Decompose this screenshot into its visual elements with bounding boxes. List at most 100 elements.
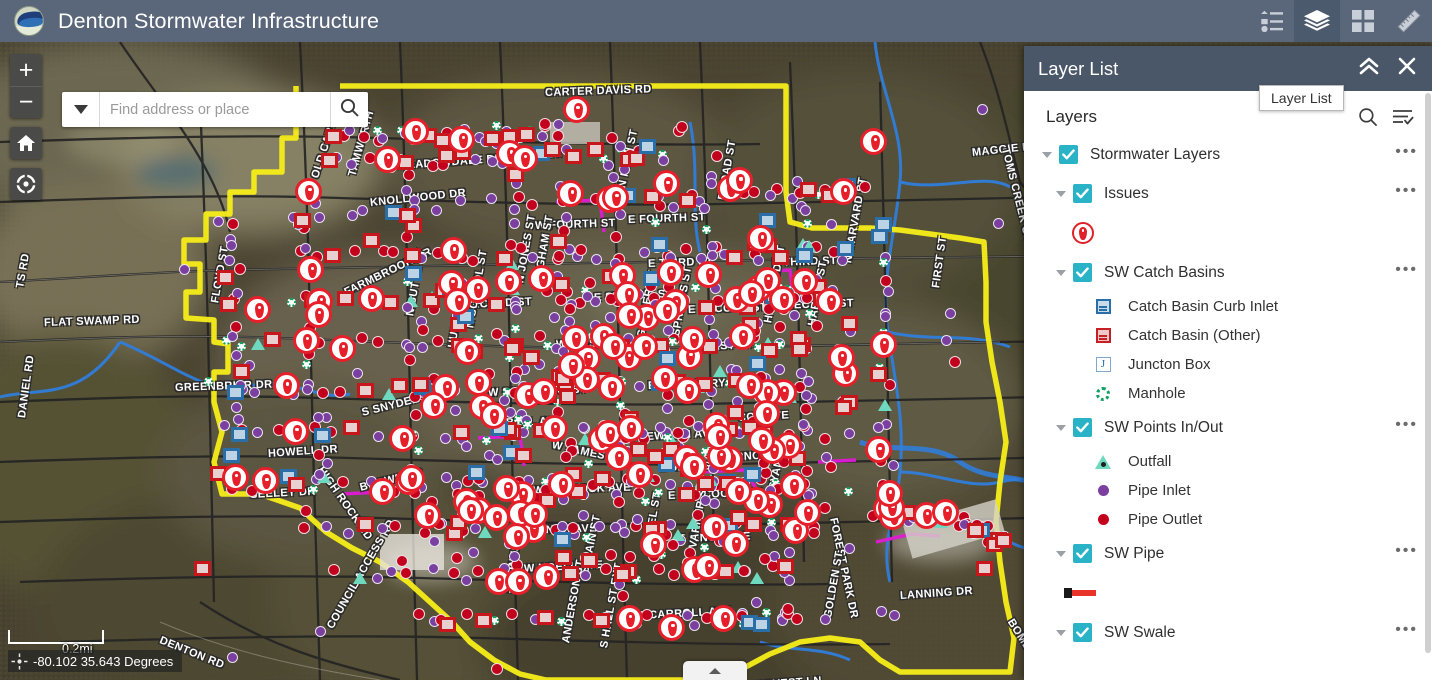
map-marker[interactable] (490, 663, 503, 676)
map-marker[interactable] (226, 239, 238, 251)
map-marker[interactable] (680, 242, 693, 255)
map-marker[interactable] (667, 201, 679, 213)
map-marker[interactable] (230, 350, 242, 362)
layer-visibility-checkbox[interactable] (1073, 544, 1092, 563)
map-marker[interactable] (230, 426, 248, 442)
map-marker[interactable] (657, 613, 685, 641)
map-marker[interactable] (292, 326, 320, 354)
map-marker[interactable] (453, 424, 471, 440)
map-marker[interactable] (543, 142, 561, 158)
map-marker[interactable] (600, 332, 628, 360)
expand-collapse-arrow-icon[interactable] (1056, 629, 1066, 636)
map-marker[interactable] (647, 449, 665, 465)
map-marker[interactable] (391, 377, 409, 393)
map-marker[interactable] (604, 548, 617, 561)
map-marker[interactable] (579, 569, 591, 581)
map-marker[interactable] (615, 604, 643, 632)
layer-row-sw-points-in-out[interactable]: SW Points In/Out ••• (1024, 408, 1432, 447)
map-marker[interactable] (650, 217, 660, 227)
layer-options-menu-button[interactable]: ••• (1395, 542, 1418, 565)
map-marker[interactable] (749, 571, 764, 584)
map-marker[interactable] (373, 145, 401, 173)
map-marker[interactable] (294, 177, 322, 205)
expand-collapse-arrow-icon[interactable] (1056, 269, 1066, 276)
map-marker[interactable] (753, 617, 771, 633)
map-marker[interactable] (386, 245, 399, 258)
map-marker[interactable] (324, 248, 342, 264)
map-marker[interactable] (282, 417, 310, 445)
map-marker[interactable] (559, 388, 577, 404)
map-marker[interactable] (399, 207, 416, 223)
expand-collapse-arrow-icon[interactable] (1056, 190, 1066, 197)
map-marker[interactable] (876, 605, 888, 617)
map-marker[interactable] (264, 332, 282, 348)
map-marker[interactable] (701, 225, 711, 235)
map-marker[interactable] (606, 131, 619, 144)
map-marker[interactable] (504, 238, 517, 251)
map-marker[interactable] (402, 301, 414, 313)
layer-options-menu-button[interactable]: ••• (1395, 416, 1418, 439)
map-marker[interactable] (601, 183, 629, 211)
zoom-in-button[interactable]: + (10, 54, 42, 86)
bottom-panel-toggle[interactable] (683, 661, 747, 680)
search-input[interactable] (100, 92, 330, 127)
search-icon[interactable] (1358, 107, 1378, 127)
map-marker[interactable] (416, 324, 429, 336)
map-marker[interactable] (220, 296, 238, 312)
map-marker[interactable] (605, 311, 617, 323)
map-marker[interactable] (750, 596, 762, 608)
map-marker[interactable] (233, 364, 250, 380)
map-marker[interactable] (451, 551, 464, 564)
expand-collapse-arrow-icon[interactable] (1056, 550, 1066, 557)
map-marker[interactable] (583, 276, 596, 289)
map-marker[interactable] (698, 299, 716, 315)
map-marker[interactable] (737, 279, 765, 307)
map-marker[interactable] (503, 522, 531, 550)
map-marker[interactable] (563, 95, 591, 123)
map-marker[interactable] (401, 117, 429, 145)
map-marker[interactable] (612, 496, 625, 509)
map-marker[interactable] (793, 498, 821, 526)
map-marker[interactable] (300, 504, 313, 517)
layer-row-sw-swale[interactable]: SW Swale ••• (1024, 613, 1432, 652)
map-marker[interactable] (656, 259, 684, 287)
map-marker[interactable] (488, 296, 506, 312)
map-marker[interactable] (749, 356, 767, 372)
map-marker[interactable] (308, 485, 318, 495)
map-marker[interactable] (777, 559, 795, 575)
map-marker[interactable] (357, 285, 385, 313)
map-marker[interactable] (634, 380, 646, 392)
map-marker[interactable] (227, 385, 245, 401)
layer-visibility-checkbox[interactable] (1073, 263, 1092, 282)
map-marker[interactable] (586, 142, 604, 158)
map-marker[interactable] (230, 402, 242, 414)
map-marker[interactable] (860, 127, 888, 155)
map-marker[interactable] (800, 181, 818, 197)
map-marker[interactable] (552, 277, 570, 293)
map-marker[interactable] (994, 532, 1012, 548)
map-marker[interactable] (250, 338, 265, 351)
map-marker[interactable] (659, 351, 676, 367)
zoom-out-button[interactable]: − (10, 86, 42, 118)
map-marker[interactable] (836, 241, 854, 257)
map-marker[interactable] (710, 150, 723, 163)
map-marker[interactable] (790, 342, 808, 358)
map-marker[interactable] (664, 479, 676, 491)
map-marker[interactable] (397, 464, 425, 492)
map-marker[interactable] (439, 433, 451, 445)
map-marker[interactable] (336, 290, 354, 306)
map-marker[interactable] (314, 428, 332, 444)
map-marker[interactable] (721, 529, 749, 557)
map-marker[interactable] (294, 213, 312, 229)
map-marker[interactable] (226, 217, 239, 230)
map-marker[interactable] (654, 421, 666, 433)
map-marker[interactable] (217, 270, 234, 286)
map-marker[interactable] (667, 568, 680, 581)
map-marker[interactable] (690, 283, 700, 293)
map-marker[interactable] (748, 426, 776, 454)
map-marker[interactable] (679, 452, 707, 480)
basemap-gallery-icon[interactable] (1340, 0, 1386, 42)
map-marker[interactable] (639, 138, 657, 154)
layer-options-menu-button[interactable]: ••• (1395, 621, 1418, 644)
map-marker[interactable] (581, 532, 591, 542)
